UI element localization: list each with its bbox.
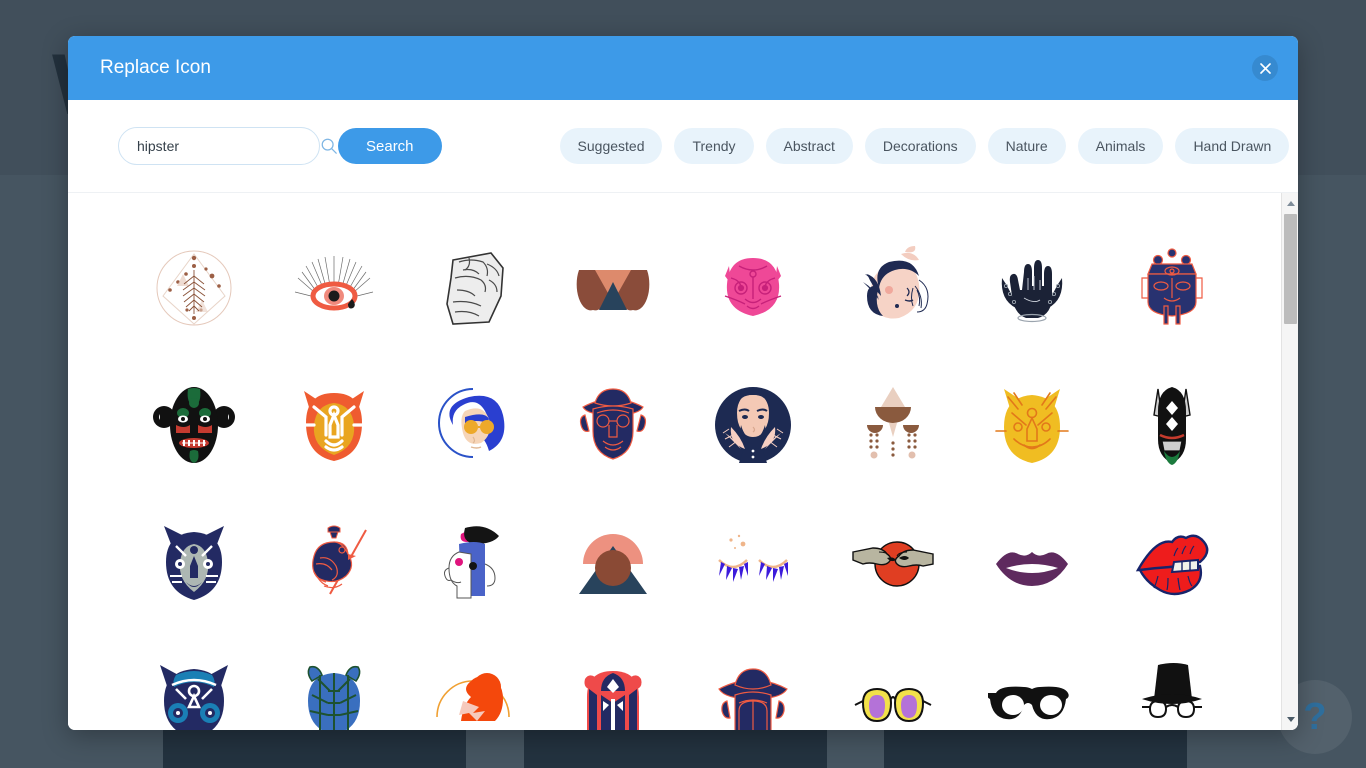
icon-result-blue-beetle-face[interactable] — [264, 630, 404, 730]
stone-bust-sketch-icon — [446, 251, 505, 325]
results-scrollbar[interactable] — [1281, 193, 1298, 730]
chevron-up-icon — [1286, 201, 1295, 206]
dreamcatcher-feather-icon — [156, 250, 232, 325]
scrollbar-thumb[interactable] — [1284, 214, 1297, 324]
blue-beetle-face-icon — [307, 665, 361, 730]
yellow-purple-glasses-icon — [854, 687, 932, 722]
icon-result-navy-wide-hat-face[interactable] — [683, 630, 823, 730]
hat-and-glasses-icon — [1142, 662, 1203, 718]
scroll-down-button[interactable] — [1282, 711, 1298, 728]
black-round-glasses-icon — [988, 686, 1070, 719]
owl-face-icon — [159, 664, 228, 730]
icon-result-hat-face-navy[interactable] — [543, 356, 683, 493]
category-pill-hand-drawn[interactable]: Hand Drawn — [1175, 128, 1290, 164]
category-pill-decorations[interactable]: Decorations — [864, 128, 976, 164]
icon-result-abstract-sunset[interactable] — [543, 493, 683, 630]
icon-result-pink-tiger-face[interactable] — [683, 219, 823, 356]
category-filter-list: Suggested Trendy Abstract Decorations Na… — [559, 128, 1290, 164]
radiant-eye-icon — [294, 255, 373, 310]
modal-title: Replace Icon — [100, 57, 211, 78]
abstract-sunset-icon — [579, 533, 648, 594]
icon-result-boho-mobile[interactable] — [823, 356, 963, 493]
icon-result-dreamcatcher-feather[interactable] — [124, 219, 264, 356]
icon-result-navy-cat-face[interactable] — [124, 493, 264, 630]
icon-result-owl-face[interactable] — [124, 630, 264, 730]
close-button[interactable] — [1252, 55, 1278, 81]
icon-result-profile-face-hat[interactable] — [404, 493, 544, 630]
orange-hair-woman-icon — [436, 672, 511, 721]
modal-header: Replace Icon — [68, 36, 1298, 100]
hands-red-circle-icon — [851, 540, 934, 587]
search-toolbar: Search Suggested Trendy Abstract Decorat… — [68, 100, 1298, 193]
icon-result-hat-and-glasses[interactable] — [1102, 630, 1242, 730]
purple-lips-icon — [996, 551, 1069, 586]
icon-result-bird-lightning[interactable] — [264, 493, 404, 630]
hand-with-laurel-icon — [1002, 259, 1063, 322]
hat-face-navy-icon — [580, 387, 647, 460]
question-mark-icon: ? — [1303, 695, 1327, 738]
category-pill-trendy[interactable]: Trendy — [674, 128, 754, 164]
african-mask-icon — [152, 386, 235, 463]
icon-result-yellow-lynx-face[interactable] — [963, 356, 1103, 493]
category-pill-animals[interactable]: Animals — [1077, 128, 1164, 164]
icon-result-stone-bust[interactable] — [404, 219, 544, 356]
search-box[interactable] — [118, 127, 337, 165]
pink-tiger-face-icon — [724, 257, 782, 316]
icon-result-woman-with-foliage[interactable] — [823, 219, 963, 356]
red-lips-teeth-icon — [1136, 534, 1209, 595]
bird-lightning-icon — [311, 525, 367, 594]
icon-result-abstract-triangles[interactable] — [543, 219, 683, 356]
category-pill-abstract[interactable]: Abstract — [765, 128, 853, 164]
close-icon — [1259, 62, 1271, 74]
category-pill-suggested[interactable]: Suggested — [559, 128, 663, 164]
icon-result-red-navy-mask[interactable] — [543, 630, 683, 730]
orange-tiger-face-icon — [303, 390, 364, 461]
dark-totem-mask-icon — [1153, 386, 1191, 465]
woman-blue-hair-sunglasses-icon — [438, 387, 505, 458]
navy-cat-face-icon — [163, 525, 224, 600]
tribal-mask-navy-icon — [1141, 247, 1203, 325]
icon-result-tribal-mask-navy[interactable] — [1102, 219, 1242, 356]
icon-results-grid — [68, 193, 1298, 730]
search-button[interactable]: Search — [338, 128, 442, 164]
icon-result-closed-eyes[interactable] — [683, 493, 823, 630]
icon-result-bearded-man[interactable] — [683, 356, 823, 493]
icon-result-black-round-glasses[interactable] — [963, 630, 1103, 730]
bearded-man-portrait-icon — [714, 386, 791, 463]
profile-face-hat-icon — [444, 525, 500, 598]
yellow-lynx-face-icon — [995, 388, 1070, 463]
icon-result-yellow-purple-glasses[interactable] — [823, 630, 963, 730]
icon-result-african-mask[interactable] — [124, 356, 264, 493]
search-group: Search — [118, 127, 442, 165]
icon-results-area — [68, 193, 1298, 730]
icon-result-purple-lips[interactable] — [963, 493, 1103, 630]
icon-result-woman-blue-hair[interactable] — [404, 356, 544, 493]
icon-result-red-lips-teeth[interactable] — [1102, 493, 1242, 630]
icon-result-hand-with-laurel[interactable] — [963, 219, 1103, 356]
search-icon[interactable] — [320, 137, 338, 155]
woman-with-foliage-icon — [862, 245, 929, 319]
scroll-up-button[interactable] — [1282, 195, 1298, 212]
chevron-down-icon — [1286, 717, 1295, 722]
boho-mobile-ornament-icon — [866, 386, 919, 458]
category-pill-nature[interactable]: Nature — [987, 128, 1066, 164]
icon-result-orange-hair-woman[interactable] — [404, 630, 544, 730]
abstract-triangles-icon — [576, 269, 650, 310]
search-input[interactable] — [135, 137, 320, 155]
replace-icon-modal: Replace Icon Search Suggested Trendy Abs… — [68, 36, 1298, 730]
icon-result-dark-totem-mask[interactable] — [1102, 356, 1242, 493]
icon-result-radiant-eye[interactable] — [264, 219, 404, 356]
icon-result-hands-red-circle[interactable] — [823, 493, 963, 630]
navy-wide-hat-face-icon — [718, 667, 788, 730]
closed-eyes-lashes-icon — [718, 534, 788, 582]
icon-result-orange-tiger-face[interactable] — [264, 356, 404, 493]
red-navy-mask-icon — [584, 670, 642, 730]
